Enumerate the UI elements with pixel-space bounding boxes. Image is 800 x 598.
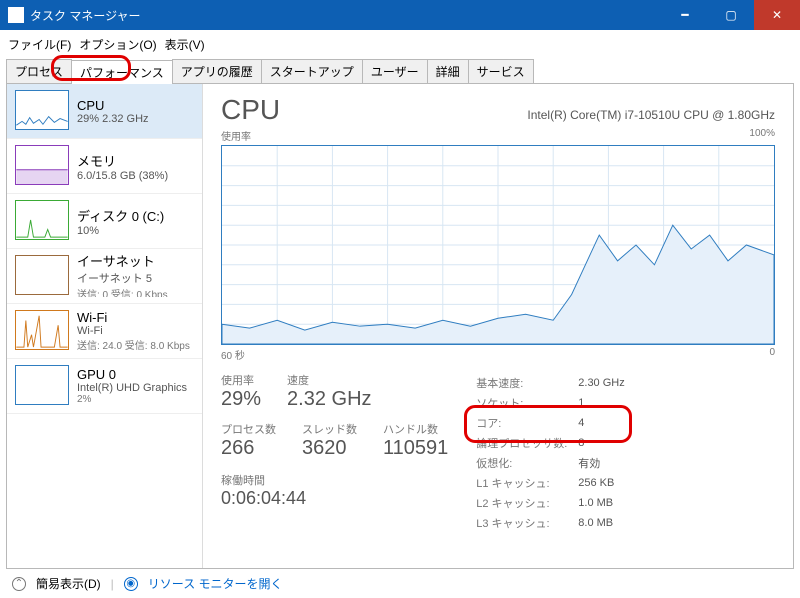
thread-value: 3620: [302, 437, 357, 460]
close-button[interactable]: ✕: [754, 0, 800, 30]
sidebar-gpu-detail2: 2%: [77, 394, 187, 405]
tab-content: CPU 29% 2.32 GHz メモリ 6.0/15.8 GB (38%) デ…: [6, 83, 794, 569]
window-title: タスク マネージャー: [30, 7, 141, 24]
chart-ylabel: 使用率: [221, 128, 251, 143]
tab-processes[interactable]: プロセス: [6, 59, 72, 83]
speed-value: 2.32 GHz: [287, 388, 371, 411]
sidebar-gpu-detail1: Intel(R) UHD Graphics: [77, 382, 187, 394]
handle-label: ハンドル数: [383, 421, 448, 437]
sidebar-eth-title: イーサネット: [77, 255, 168, 270]
thread-label: スレッド数: [302, 421, 357, 437]
sidebar-item-memory[interactable]: メモリ 6.0/15.8 GB (38%): [7, 139, 202, 194]
tab-strip: プロセス パフォーマンス アプリの履歴 スタートアップ ユーザー 詳細 サービス: [6, 59, 794, 83]
sidebar-eth-detail1: イーサネット 5: [77, 270, 168, 286]
sidebar-eth-detail2: 送信: 0 受信: 0 Kbps: [77, 286, 168, 297]
tab-startup[interactable]: スタートアップ: [261, 59, 363, 83]
stats-right: 基本速度:2.30 GHz ソケット:1 コア:4 論理プロセッサ数:8 仮想化…: [470, 372, 630, 534]
sidebar-item-wifi[interactable]: Wi-Fi Wi-Fi 送信: 24.0 受信: 8.0 Kbps: [7, 304, 202, 359]
performance-sidebar: CPU 29% 2.32 GHz メモリ 6.0/15.8 GB (38%) デ…: [7, 84, 203, 568]
chart-xlabel-right: 0: [769, 347, 775, 362]
main-title: CPU: [221, 94, 280, 126]
menu-options[interactable]: オプション(O): [77, 34, 158, 55]
chart-xlabel-left: 60 秒: [221, 347, 245, 362]
main-panel: CPU Intel(R) Core(TM) i7-10510U CPU @ 1.…: [203, 84, 793, 568]
uptime-label: 稼働時間: [221, 472, 448, 488]
uptime-value: 0:06:04:44: [221, 488, 448, 509]
sidebar-item-ethernet[interactable]: イーサネット イーサネット 5 送信: 0 受信: 0 Kbps: [7, 249, 202, 304]
tab-users[interactable]: ユーザー: [362, 59, 428, 83]
proc-label: プロセス数: [221, 421, 276, 437]
menu-file[interactable]: ファイル(F): [6, 34, 73, 55]
maximize-button[interactable]: ▢: [708, 0, 754, 30]
sidebar-item-gpu[interactable]: GPU 0 Intel(R) UHD Graphics 2%: [7, 359, 202, 414]
app-icon: [8, 7, 24, 23]
sidebar-item-cpu[interactable]: CPU 29% 2.32 GHz: [7, 84, 202, 139]
sidebar-cpu-detail: 29% 2.32 GHz: [77, 113, 149, 125]
stats-left: 使用率 29% 速度 2.32 GHz プロセス数 266 スレッド数: [221, 372, 448, 534]
tab-details[interactable]: 詳細: [427, 59, 469, 83]
menu-bar: ファイル(F) オプション(O) 表示(V): [0, 30, 800, 59]
sidebar-disk-title: ディスク 0 (C:): [77, 206, 164, 225]
sidebar-item-disk[interactable]: ディスク 0 (C:) 10%: [7, 194, 202, 249]
menu-view[interactable]: 表示(V): [163, 34, 207, 55]
tab-performance[interactable]: パフォーマンス: [71, 60, 173, 84]
sidebar-wifi-title: Wi-Fi: [77, 310, 190, 325]
open-resmon-link[interactable]: リソース モニターを開く: [148, 575, 283, 592]
handle-value: 110591: [383, 437, 448, 460]
sidebar-wifi-detail2: 送信: 24.0 受信: 8.0 Kbps: [77, 337, 190, 352]
fewer-details-button[interactable]: 簡易表示(D): [36, 575, 101, 592]
tab-services[interactable]: サービス: [468, 59, 534, 83]
chevron-up-icon: ⌃: [12, 577, 26, 591]
speed-label: 速度: [287, 372, 371, 388]
sidebar-mem-detail: 6.0/15.8 GB (38%): [77, 170, 168, 182]
sidebar-wifi-detail1: Wi-Fi: [77, 325, 190, 337]
sidebar-disk-detail: 10%: [77, 225, 164, 237]
chart-ymax: 100%: [749, 128, 775, 143]
proc-value: 266: [221, 437, 276, 460]
sidebar-gpu-title: GPU 0: [77, 367, 187, 382]
sidebar-cpu-title: CPU: [77, 98, 149, 113]
sidebar-mem-title: メモリ: [77, 151, 168, 170]
cpu-chart: [221, 145, 775, 345]
resmon-icon: ◉: [124, 577, 138, 591]
util-value: 29%: [221, 388, 261, 411]
minimize-button[interactable]: ━: [662, 0, 708, 30]
util-label: 使用率: [221, 372, 261, 388]
title-bar: タスク マネージャー ━ ▢ ✕: [0, 0, 800, 30]
footer: ⌃ 簡易表示(D) | ◉ リソース モニターを開く: [0, 569, 800, 598]
cpu-model: Intel(R) Core(TM) i7-10510U CPU @ 1.80GH…: [527, 108, 775, 122]
tab-apphistory[interactable]: アプリの履歴: [172, 59, 262, 83]
